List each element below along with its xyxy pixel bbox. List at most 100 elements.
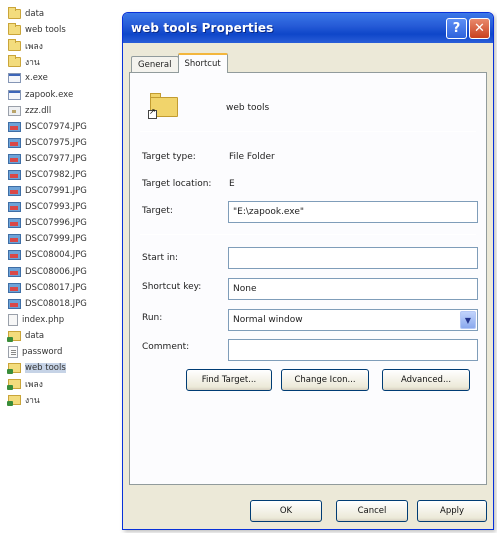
file-list-item[interactable]: DSC07975.JPG <box>8 135 118 151</box>
file-list-item[interactable]: x.exe <box>8 70 118 86</box>
shortcut-name: web tools <box>226 103 270 113</box>
file-list-item[interactable]: DSC07977.JPG <box>8 151 118 167</box>
find-target-button[interactable]: Find Target... <box>186 369 272 391</box>
cancel-button[interactable]: Cancel <box>336 500 408 522</box>
apply-button[interactable]: Apply <box>417 500 487 522</box>
run-select[interactable]: Normal window ▼ <box>228 309 478 331</box>
file-name: zzz.dll <box>25 105 52 116</box>
tab-general[interactable]: General <box>131 56 179 73</box>
file-name: DSC08004.JPG <box>25 250 87 261</box>
file-name: DSC07996.JPG <box>25 218 87 229</box>
run-label: Run: <box>142 313 163 323</box>
target-type-value: File Folder <box>229 152 275 162</box>
folder-icon <box>8 7 21 20</box>
file-list-item[interactable]: index.php <box>8 312 118 328</box>
file-list-item[interactable]: DSC07974.JPG <box>8 119 118 135</box>
close-icon[interactable]: ✕ <box>469 18 490 39</box>
advanced-button[interactable]: Advanced... <box>382 369 470 391</box>
file-list-item[interactable]: DSC07996.JPG <box>8 215 118 231</box>
file-name: DSC07974.JPG <box>25 121 87 132</box>
file-name: DSC07977.JPG <box>25 153 87 164</box>
divider <box>140 234 476 235</box>
php-icon <box>8 313 18 326</box>
target-input[interactable]: "E:\zapook.exe" <box>228 201 478 223</box>
file-list-item[interactable]: เพลง <box>8 38 118 54</box>
exe-icon <box>8 73 21 84</box>
jpg-icon <box>8 218 21 229</box>
file-name: DSC07975.JPG <box>25 137 87 148</box>
file-list-item[interactable]: data <box>7 328 118 344</box>
file-name: งาน <box>25 58 40 69</box>
shortcut-key-label: Shortcut key: <box>142 282 202 292</box>
file-name: data <box>25 9 45 20</box>
file-list-item[interactable]: DSC07982.JPG <box>8 167 118 183</box>
start-in-label: Start in: <box>142 253 179 263</box>
file-name: zapook.exe <box>25 89 74 100</box>
shortcut-folder-icon <box>7 330 21 342</box>
target-location-label: Target location: <box>142 179 212 189</box>
jpg-icon <box>8 137 21 148</box>
file-name: data <box>25 330 45 341</box>
jpg-icon <box>8 282 21 293</box>
shortcut-folder-icon <box>7 395 21 407</box>
properties-dialog: web tools Properties ? ✕ General Shortcu… <box>122 12 494 530</box>
file-name: เพลง <box>25 42 43 53</box>
file-list-item[interactable]: งาน <box>8 54 118 70</box>
file-list-item[interactable]: งาน <box>7 392 118 408</box>
file-list-item[interactable]: web tools <box>7 360 118 376</box>
divider <box>140 131 476 132</box>
folder-icon <box>8 39 21 52</box>
run-select-value: Normal window <box>233 315 303 325</box>
help-icon[interactable]: ? <box>446 18 467 39</box>
ok-button[interactable]: OK <box>250 500 322 522</box>
jpg-icon <box>8 202 21 213</box>
file-list-item[interactable]: DSC07991.JPG <box>8 183 118 199</box>
file-name: งาน <box>25 396 40 407</box>
dialog-title-bar[interactable]: web tools Properties ? ✕ <box>123 13 493 43</box>
comment-input[interactable] <box>228 339 478 361</box>
file-list-item[interactable]: DSC08006.JPG <box>8 264 118 280</box>
file-name: password <box>22 347 63 358</box>
file-name: DSC07999.JPG <box>25 234 87 245</box>
file-list-item[interactable]: zzz.dll <box>8 103 118 119</box>
file-list-item[interactable]: data <box>8 6 118 22</box>
jpg-icon <box>8 169 21 180</box>
shortcut-key-input[interactable]: None <box>228 278 478 300</box>
explorer-file-list: data web tools เพลง งาน x.exe zapook.exe zzz.d… <box>7 6 118 408</box>
jpg-icon <box>8 298 21 309</box>
file-list-item[interactable]: DSC08004.JPG <box>8 247 118 263</box>
file-name: x.exe <box>25 73 48 84</box>
file-list-item[interactable]: DSC07999.JPG <box>8 231 118 247</box>
jpg-icon <box>8 153 21 164</box>
jpg-icon <box>8 121 21 132</box>
text-file-icon <box>8 346 18 359</box>
file-list-item[interactable]: zapook.exe <box>8 86 118 102</box>
dll-icon <box>8 105 21 116</box>
file-name: DSC07982.JPG <box>25 169 87 180</box>
file-name: DSC07993.JPG <box>25 202 87 213</box>
file-name: index.php <box>22 314 65 325</box>
file-list-item[interactable]: DSC08017.JPG <box>8 280 118 296</box>
file-list-item[interactable]: DSC07993.JPG <box>8 199 118 215</box>
file-name: DSC07991.JPG <box>25 186 87 197</box>
file-list-item[interactable]: password <box>8 344 118 360</box>
target-location-value: E <box>229 179 235 189</box>
file-name: DSC08017.JPG <box>25 282 87 293</box>
chevron-down-icon[interactable]: ▼ <box>460 311 476 329</box>
change-icon-button[interactable]: Change Icon... <box>281 369 369 391</box>
jpg-icon <box>8 250 21 261</box>
jpg-icon <box>8 186 21 197</box>
help-button-label: ? <box>452 21 461 36</box>
dialog-title: web tools Properties <box>131 21 274 35</box>
start-in-input[interactable] <box>228 247 478 269</box>
comment-label: Comment: <box>142 342 190 352</box>
target-type-label: Target type: <box>142 152 196 162</box>
tab-shortcut[interactable]: Shortcut <box>177 53 228 73</box>
tab-strip: General Shortcut <box>131 53 228 73</box>
target-label: Target: <box>142 206 173 216</box>
file-name: DSC08006.JPG <box>25 266 87 277</box>
file-list-item[interactable]: เพลง <box>7 376 118 392</box>
file-list-item[interactable]: web tools <box>8 22 118 38</box>
exe-icon <box>8 89 21 100</box>
file-list-item[interactable]: DSC08018.JPG <box>8 296 118 312</box>
